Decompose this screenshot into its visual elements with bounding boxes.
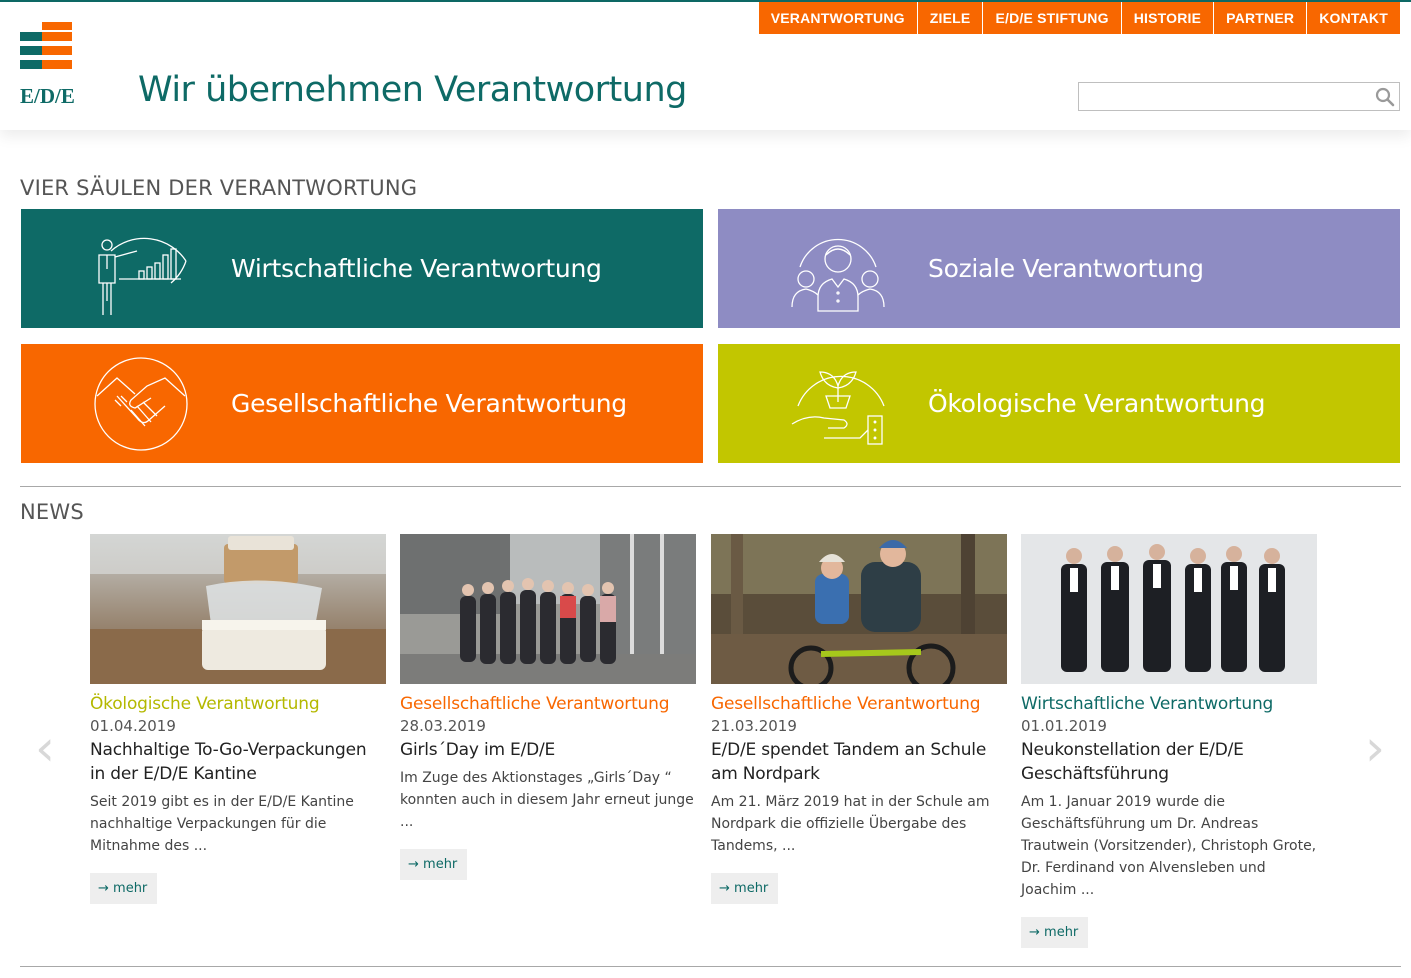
- news-category[interactable]: Ökologische Verantwortung: [90, 694, 386, 714]
- presentation-chart-icon: [98, 237, 187, 315]
- tile-label: Soziale Verantwortung: [928, 254, 1204, 283]
- news-category[interactable]: Wirtschaftliche Verantwortung: [1021, 694, 1317, 714]
- news-image-management[interactable]: [1021, 534, 1317, 684]
- tile-label: Gesellschaftliche Verantwortung: [231, 389, 627, 418]
- carousel-prev-arrow[interactable]: ‹: [30, 718, 60, 778]
- news-teaser: Im Zuge des Aktionstages „Girls´Day “ ko…: [400, 770, 694, 830]
- news-image-tandem[interactable]: [711, 534, 1007, 684]
- more-button[interactable]: → mehr: [90, 873, 158, 904]
- section-divider: [20, 486, 1401, 487]
- news-title[interactable]: E/D/E spendet Tandem an Schule am Nordpa…: [711, 738, 1007, 786]
- more-button[interactable]: → mehr: [711, 873, 779, 904]
- arrow-right-icon: →: [98, 881, 114, 896]
- top-navigation: VERANTWORTUNG ZIELE E/D/E STIFTUNG HISTO…: [758, 2, 1400, 34]
- news-teaser: Am 1. Januar 2019 wurde die Geschäftsfüh…: [1021, 794, 1317, 898]
- news-date: 21.03.2019: [711, 717, 797, 735]
- carousel-next-arrow[interactable]: ›: [1360, 718, 1390, 778]
- footer-divider: [20, 966, 1401, 967]
- nav-kontakt[interactable]: KONTAKT: [1306, 2, 1400, 34]
- tile-soziale-verantwortung[interactable]: Soziale Verantwortung: [718, 209, 1400, 328]
- news-card: Ökologische Verantwortung 01.04.2019 Nac…: [90, 534, 386, 904]
- news-image-girls-day[interactable]: [400, 534, 696, 684]
- people-group-icon: [791, 238, 885, 312]
- arrow-right-icon: →: [408, 857, 424, 872]
- tile-label: Ökologische Verantwortung: [928, 389, 1266, 418]
- tile-gesellschaftliche-verantwortung[interactable]: Gesellschaftliche Verantwortung: [21, 344, 703, 463]
- news-title[interactable]: Nachhaltige To-Go-Verpackungen in der E/…: [90, 738, 386, 786]
- more-label: mehr: [1044, 925, 1079, 940]
- plant-hand-icon: [791, 371, 885, 445]
- search-icon[interactable]: [1375, 87, 1395, 107]
- arrow-right-icon: →: [719, 881, 735, 896]
- handshake-icon: [94, 357, 188, 451]
- search-input[interactable]: [1079, 83, 1369, 110]
- arrow-right-icon: →: [1029, 925, 1045, 940]
- news-card: Gesellschaftliche Verantwortung 28.03.20…: [400, 534, 696, 880]
- page-title: Wir übernehmen Verantwortung: [138, 70, 687, 110]
- news-date: 28.03.2019: [400, 717, 486, 735]
- news-card: Wirtschaftliche Verantwortung 01.01.2019…: [1021, 534, 1317, 948]
- tile-wirtschaftliche-verantwortung[interactable]: Wirtschaftliche Verantwortung: [21, 209, 703, 328]
- nav-ziele[interactable]: ZIELE: [916, 2, 983, 34]
- news-category[interactable]: Gesellschaftliche Verantwortung: [711, 694, 1007, 714]
- tile-oekologische-verantwortung[interactable]: Ökologische Verantwortung: [718, 344, 1400, 463]
- more-button[interactable]: → mehr: [400, 849, 468, 880]
- news-teaser: Am 21. März 2019 hat in der Schule am No…: [711, 794, 990, 854]
- more-label: mehr: [734, 881, 769, 896]
- news-image-packaging[interactable]: [90, 534, 386, 684]
- site-header: E/D/E Wir übernehmen Verantwortung VERAN…: [0, 2, 1411, 130]
- more-label: mehr: [113, 881, 148, 896]
- pillars-heading: VIER SÄULEN DER VERANTWORTUNG: [20, 176, 418, 200]
- news-category[interactable]: Gesellschaftliche Verantwortung: [400, 694, 696, 714]
- nav-verantwortung[interactable]: VERANTWORTUNG: [758, 2, 917, 34]
- more-button[interactable]: → mehr: [1021, 917, 1089, 948]
- news-title[interactable]: Girls´Day im E/D/E: [400, 738, 696, 762]
- news-title[interactable]: Neukonstellation der E/D/E Geschäftsführ…: [1021, 738, 1317, 786]
- news-teaser: Seit 2019 gibt es in der E/D/E Kantine n…: [90, 794, 354, 854]
- logo-text: E/D/E: [20, 84, 75, 108]
- nav-partner[interactable]: PARTNER: [1213, 2, 1307, 34]
- tile-label: Wirtschaftliche Verantwortung: [231, 254, 602, 283]
- news-heading: NEWS: [20, 500, 84, 524]
- nav-historie[interactable]: HISTORIE: [1120, 2, 1214, 34]
- search-box: [1078, 82, 1400, 111]
- news-date: 01.04.2019: [90, 717, 176, 735]
- more-label: mehr: [423, 857, 458, 872]
- news-date: 01.01.2019: [1021, 717, 1107, 735]
- news-card: Gesellschaftliche Verantwortung 21.03.20…: [711, 534, 1007, 904]
- nav-ede-stiftung[interactable]: E/D/E STIFTUNG: [982, 2, 1121, 34]
